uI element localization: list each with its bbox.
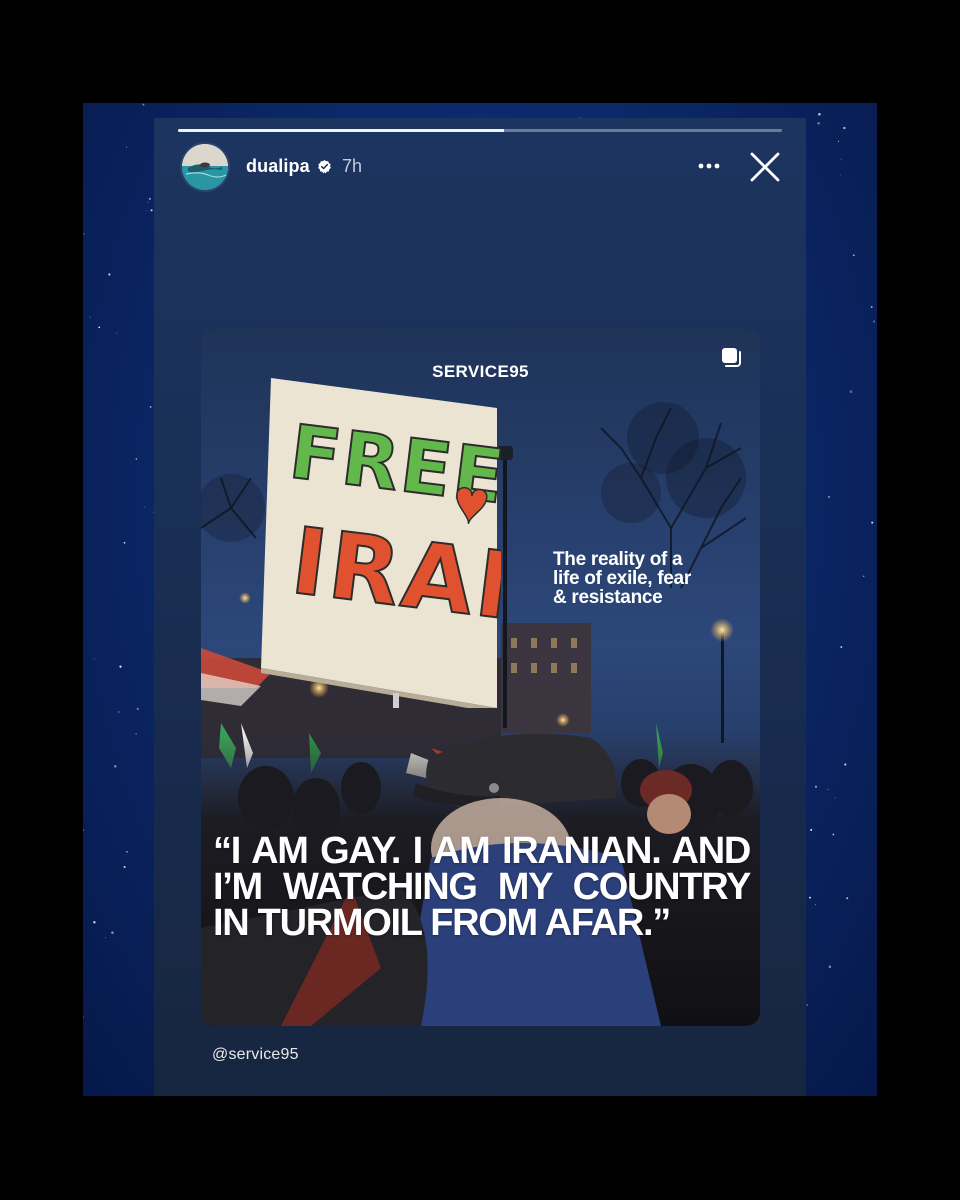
star [89,316,91,318]
multiple-posts-icon [722,348,741,367]
star [814,904,816,906]
star [147,201,149,203]
star [149,405,152,408]
star [144,506,146,508]
star [843,126,846,130]
star [815,785,817,788]
avatar-image [182,144,228,190]
star [94,658,95,660]
star [844,763,847,766]
star [150,209,153,212]
star [83,829,84,832]
star [105,937,106,939]
star [135,458,138,460]
story-progress-bar [178,129,782,132]
star [98,326,101,329]
star [149,198,151,200]
close-icon[interactable] [748,150,782,184]
star [118,711,120,713]
star [114,765,117,768]
star [840,646,843,648]
star [116,332,118,334]
free-iran-sign: FREE IRAN [261,378,501,708]
mention-sticker[interactable]: @service95 [212,1046,299,1064]
star [837,140,840,142]
story-progress-fill [178,129,505,132]
star [108,273,111,276]
star [863,575,865,577]
star [817,122,820,125]
story-viewer[interactable]: dualipa 7h FREE IRAN SERVICE95 The reali… [154,118,806,1096]
star [849,390,853,393]
star [111,931,114,934]
star [809,896,811,899]
star [871,521,874,524]
star [828,965,832,968]
star [119,665,122,668]
post-subtitle: The reality of a life of exile, fear & r… [553,550,733,607]
story-timestamp: 7h [342,156,363,176]
more-horizontal-icon[interactable] [694,154,724,178]
subtitle-line: life of exile, fear [553,568,691,589]
star [818,113,821,116]
avatar[interactable] [182,144,228,190]
star [827,788,829,791]
star [832,833,835,836]
star [839,174,841,176]
star [846,897,849,900]
star [810,828,813,831]
star [126,851,128,853]
shared-post-card[interactable]: FREE IRAN SERVICE95 The reality of a lif… [201,328,760,1026]
star [827,495,831,498]
star [93,921,96,924]
star [142,103,145,106]
star [126,146,128,148]
star [83,1016,84,1018]
post-brand-logo: SERVICE95 [432,362,529,381]
post-quote: “I AM GAY. I AM IRANIAN. AND I’M WATCHIN… [213,830,751,944]
star [806,1004,808,1006]
star [146,210,148,211]
story-username[interactable]: dualipa [246,156,310,177]
star [834,797,836,799]
star [840,158,842,160]
star [873,320,875,323]
verified-badge-icon [318,159,331,174]
star [83,233,85,235]
star [136,707,139,711]
star [123,865,126,869]
star [135,733,137,735]
subtitle-line: The reality of a [553,549,683,570]
subtitle-line: & resistance [553,587,663,608]
star [870,306,873,308]
star [123,541,126,544]
star [852,254,855,257]
